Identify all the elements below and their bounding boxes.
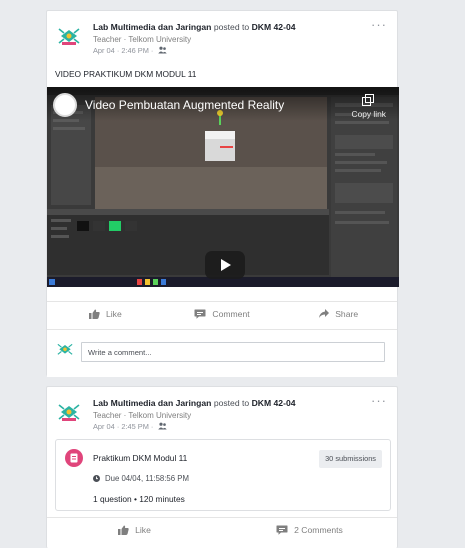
share-arrow-icon xyxy=(319,309,330,318)
channel-logo[interactable] xyxy=(53,93,77,117)
assignment-icon xyxy=(65,449,83,467)
due-date-text: Due 04/04, 11:58:56 PM xyxy=(105,474,189,483)
post-meta: Lab Multimedia dan Jaringan posted to DK… xyxy=(93,22,369,57)
comment-label: Comment xyxy=(212,308,250,319)
lab-logo-icon xyxy=(56,24,82,50)
like-label: Like xyxy=(135,524,151,535)
assignment-title[interactable]: Praktikum DKM Modul 11 xyxy=(93,453,187,463)
assignment-details: 1 question • 120 minutes xyxy=(93,494,185,504)
post-header: Lab Multimedia dan Jaringan posted to DK… xyxy=(55,393,389,437)
group-name[interactable]: DKM 42-04 xyxy=(252,398,296,408)
author-name[interactable]: Lab Multimedia dan Jaringan xyxy=(93,398,211,408)
posted-to-text: posted to xyxy=(213,22,250,32)
like-button[interactable]: Like xyxy=(47,302,164,325)
submissions-button[interactable]: 30 submissions xyxy=(319,450,382,468)
author-name[interactable]: Lab Multimedia dan Jaringan xyxy=(93,22,211,32)
video-player[interactable]: Video Pembuatan Augmented Reality Copy l… xyxy=(47,87,399,287)
post-header: Lab Multimedia dan Jaringan posted to DK… xyxy=(55,17,389,61)
post-card-video: Lab Multimedia dan Jaringan posted to DK… xyxy=(46,10,399,377)
play-icon[interactable] xyxy=(205,251,245,279)
speech-bubble-icon xyxy=(276,525,288,535)
current-user-avatar xyxy=(57,343,73,355)
copy-icon[interactable] xyxy=(362,94,375,106)
post-menu-ellipsis-icon[interactable]: ··· xyxy=(371,393,387,408)
post-timestamp-line: Apr 04 · 2:45 PM · xyxy=(93,421,369,433)
post-author-line: Lab Multimedia dan Jaringan posted to DK… xyxy=(93,22,369,34)
assignment-due: Due 04/04, 11:58:56 PM xyxy=(93,474,189,483)
post-menu-ellipsis-icon[interactable]: ··· xyxy=(371,17,387,32)
comment-composer xyxy=(47,329,397,377)
post-text: VIDEO PRAKTIKUM DKM MODUL 11 xyxy=(55,69,197,79)
author-role: Teacher · Telkom University xyxy=(93,34,192,44)
post-actions: Like 2 Comments xyxy=(47,517,397,541)
post-timestamp[interactable]: Apr 04 · 2:46 PM · xyxy=(93,46,153,55)
comments-count-label: 2 Comments xyxy=(294,524,343,535)
author-avatar[interactable] xyxy=(55,23,83,51)
speech-bubble-icon xyxy=(194,309,206,319)
like-label: Like xyxy=(105,308,122,319)
author-avatar[interactable] xyxy=(55,399,83,427)
post-timestamp[interactable]: Apr 04 · 2:45 PM · xyxy=(93,422,153,431)
like-button[interactable]: Like xyxy=(47,518,222,541)
assignment-card[interactable]: Praktikum DKM Modul 11 30 submissions Du… xyxy=(55,439,391,511)
copy-link-label[interactable]: Copy link xyxy=(352,109,386,119)
post-timestamp-line: Apr 04 · 2:46 PM · xyxy=(93,45,369,57)
thumbs-up-icon xyxy=(88,309,100,319)
thumbs-up-icon xyxy=(118,525,129,535)
author-role: Teacher · Telkom University xyxy=(93,410,192,420)
video-title[interactable]: Video Pembuatan Augmented Reality xyxy=(85,98,284,112)
lab-logo-icon xyxy=(56,400,82,426)
comment-button[interactable]: Comment xyxy=(164,302,281,325)
post-card-assignment: Lab Multimedia dan Jaringan posted to DK… xyxy=(46,386,398,548)
posted-to-text: posted to xyxy=(213,398,250,408)
clock-icon xyxy=(93,475,100,482)
comment-input[interactable] xyxy=(81,342,385,362)
post-meta: Lab Multimedia dan Jaringan posted to DK… xyxy=(93,398,369,433)
comments-count-button[interactable]: 2 Comments xyxy=(222,518,397,541)
post-author-line: Lab Multimedia dan Jaringan posted to DK… xyxy=(93,398,369,410)
share-label: Share xyxy=(335,308,359,319)
group-privacy-icon xyxy=(158,46,168,54)
share-button[interactable]: Share xyxy=(280,302,397,325)
post-actions: Like Comment Share xyxy=(47,301,397,325)
group-name[interactable]: DKM 42-04 xyxy=(252,22,296,32)
group-privacy-icon xyxy=(158,422,168,430)
